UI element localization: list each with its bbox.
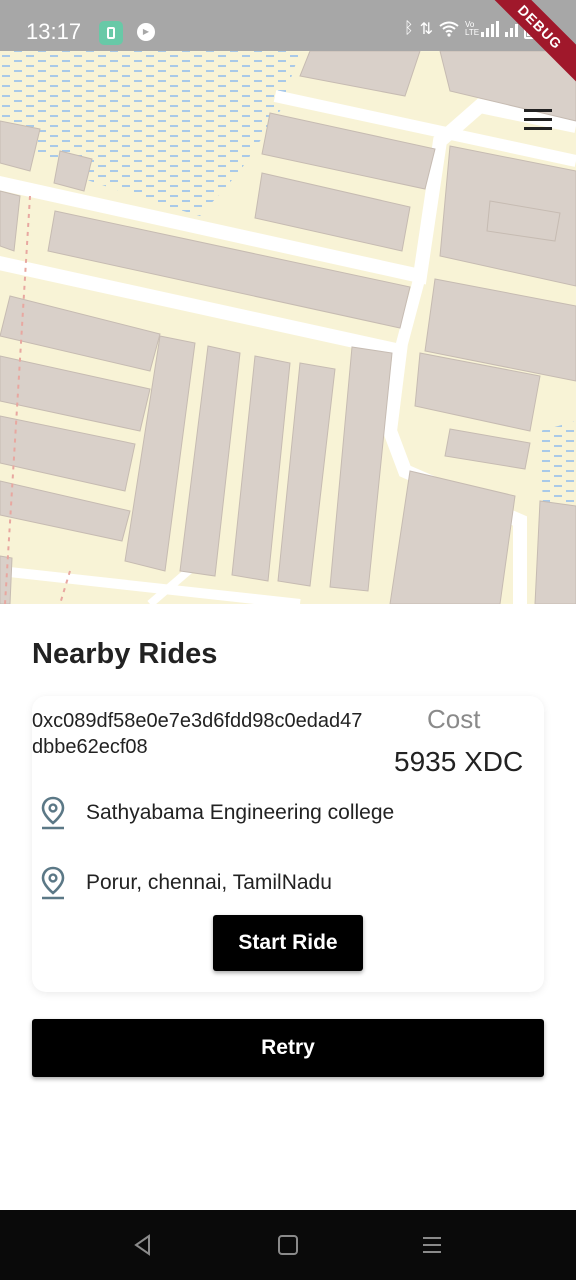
ride-card[interactable]: 0xc089df58e0e7e3d6fdd98c0edad47dbbe62ecf… (32, 696, 544, 992)
dropoff-location: Porur, chennai, TamilNadu (86, 871, 332, 894)
pickup-row: Sathyabama Engineering college (40, 796, 394, 830)
location-pin-icon (41, 796, 65, 830)
location-pin-icon (41, 866, 65, 900)
ride-id: 0xc089df58e0e7e3d6fdd98c0edad47dbbe62ecf… (32, 710, 363, 758)
camera-icon: ▶ (137, 23, 155, 41)
retry-button[interactable]: Retry (32, 1019, 544, 1077)
signal-icon-2 (505, 21, 518, 37)
back-icon[interactable] (128, 1230, 158, 1260)
pickup-location: Sathyabama Engineering college (86, 801, 395, 824)
home-icon[interactable] (273, 1230, 303, 1260)
volte-icon: Vo LTE (465, 20, 480, 37)
page-title: Nearby Rides (32, 638, 218, 670)
cost-label: Cost (427, 704, 481, 734)
map-tiles (0, 51, 576, 604)
map-view[interactable] (0, 51, 576, 604)
recents-icon[interactable] (417, 1230, 447, 1260)
system-nav-bar (0, 1210, 576, 1280)
bluetooth-icon: ᛒ (403, 20, 414, 37)
status-time: 13:17 (26, 19, 82, 44)
start-ride-button[interactable]: Start Ride (213, 915, 363, 971)
wifi-icon (439, 21, 459, 37)
signal-icon (481, 21, 499, 37)
status-bar: 13:17 ▶ ᛒ ⇅ Vo LTE (0, 0, 576, 51)
menu-button[interactable] (524, 109, 552, 131)
app-notification-icon (99, 21, 123, 45)
data-arrows-icon: ⇅ (419, 21, 433, 38)
cost-value: 5935 XDC (394, 746, 524, 777)
dropoff-row: Porur, chennai, TamilNadu (40, 866, 332, 900)
